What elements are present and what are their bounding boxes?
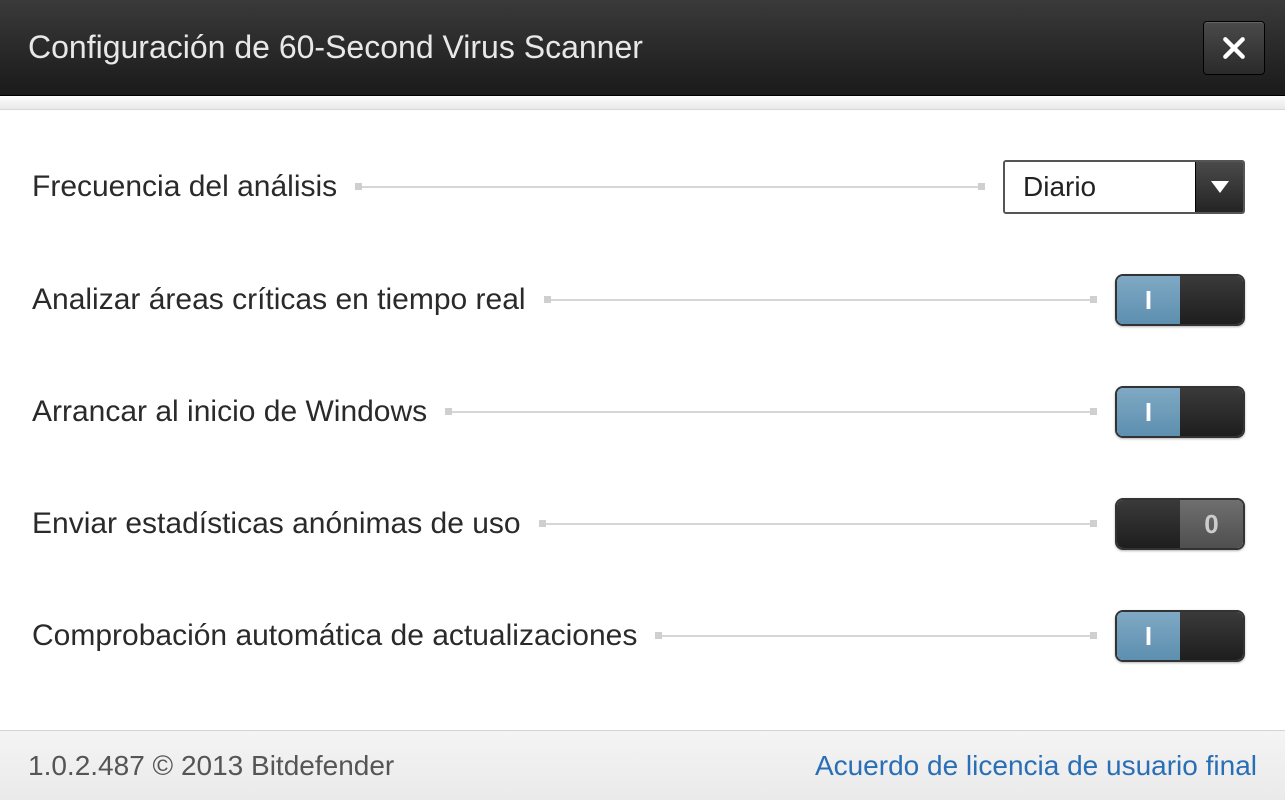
divider-line [445, 411, 1097, 413]
toggle-auto-update[interactable]: I [1115, 610, 1245, 662]
version-copyright: 1.0.2.487 © 2013 Bitdefender [28, 750, 394, 782]
toggle-knob [1180, 388, 1243, 436]
label-scan-frequency: Frecuencia del análisis [32, 170, 337, 204]
toggle-on-indicator: I [1117, 276, 1180, 324]
toggle-realtime-scan[interactable]: I [1115, 274, 1245, 326]
toggle-off-indicator: 0 [1180, 500, 1243, 548]
scan-frequency-value: Diario [1005, 162, 1195, 212]
close-button[interactable] [1203, 21, 1265, 75]
dropdown-button[interactable] [1195, 162, 1243, 212]
window-title: Configuración de 60-Second Virus Scanner [28, 29, 643, 66]
footer-bar: 1.0.2.487 © 2013 Bitdefender Acuerdo de … [0, 730, 1285, 800]
row-auto-update: Comprobación automática de actualizacion… [32, 610, 1245, 662]
toggle-anonymous-stats[interactable]: 0 [1115, 498, 1245, 550]
chevron-down-icon [1211, 181, 1229, 193]
toggle-on-indicator: I [1117, 612, 1180, 660]
row-realtime-scan: Analizar áreas críticas en tiempo real I [32, 274, 1245, 326]
toggle-knob [1180, 612, 1243, 660]
label-start-with-windows: Arrancar al inicio de Windows [32, 395, 427, 429]
row-scan-frequency: Frecuencia del análisis Diario [32, 160, 1245, 214]
settings-content: Frecuencia del análisis Diario Analizar … [0, 110, 1285, 730]
toggle-start-with-windows[interactable]: I [1115, 386, 1245, 438]
settings-window: Configuración de 60-Second Virus Scanner… [0, 0, 1285, 800]
label-realtime-scan: Analizar áreas críticas en tiempo real [32, 283, 526, 317]
close-icon [1221, 35, 1247, 61]
label-anonymous-stats: Enviar estadísticas anónimas de uso [32, 507, 521, 541]
label-auto-update: Comprobación automática de actualizacion… [32, 619, 637, 653]
divider-line [355, 186, 985, 188]
divider-line [539, 523, 1097, 525]
sub-titlebar [0, 96, 1285, 110]
divider-line [655, 635, 1097, 637]
titlebar: Configuración de 60-Second Virus Scanner [0, 0, 1285, 96]
divider-line [544, 299, 1097, 301]
scan-frequency-select[interactable]: Diario [1003, 160, 1245, 214]
toggle-knob [1180, 276, 1243, 324]
row-start-with-windows: Arrancar al inicio de Windows I [32, 386, 1245, 438]
row-anonymous-stats: Enviar estadísticas anónimas de uso 0 [32, 498, 1245, 550]
toggle-knob [1117, 500, 1180, 548]
toggle-on-indicator: I [1117, 388, 1180, 436]
eula-link[interactable]: Acuerdo de licencia de usuario final [815, 750, 1257, 782]
